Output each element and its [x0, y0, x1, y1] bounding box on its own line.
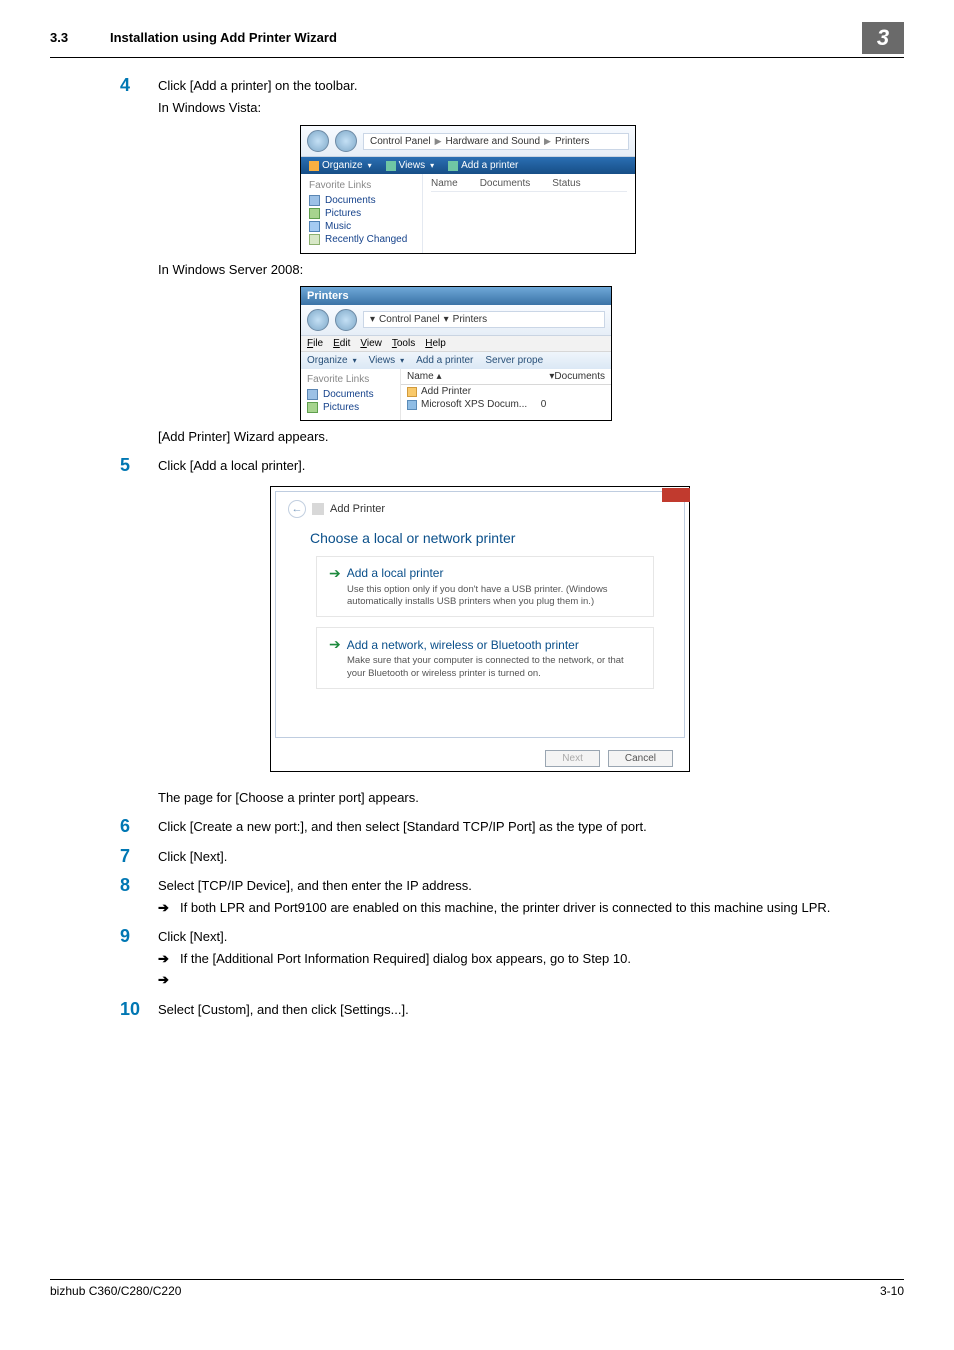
chevron-right-icon: ▶: [544, 136, 551, 147]
sidebar-link-pictures[interactable]: Pictures: [309, 208, 414, 219]
step-6-text: Click [Create a new port:], and then sel…: [158, 817, 904, 837]
col-name[interactable]: Name ▴: [407, 371, 549, 382]
next-button: Next: [545, 750, 600, 767]
toolbar-views[interactable]: Views: [386, 160, 435, 171]
breadcrumb-item[interactable]: Control Panel: [379, 314, 440, 325]
wizard-option-network-desc: Make sure that your computer is connecte…: [347, 655, 641, 680]
arrow-icon: ➔: [158, 898, 180, 918]
toolbar-server-properties[interactable]: Server prope: [485, 355, 543, 366]
section-title: Installation using Add Printer Wizard: [110, 30, 862, 45]
step-10-number: 10: [120, 1000, 158, 1022]
wizard-option-local-desc: Use this option only if you don't have a…: [347, 584, 641, 609]
toolbar-add-printer[interactable]: Add a printer: [416, 355, 473, 366]
recent-icon: [309, 234, 320, 245]
choose-port-text: The page for [Choose a printer port] app…: [158, 788, 904, 808]
nav-forward-icon[interactable]: [335, 130, 357, 152]
server-2008-label: In Windows Server 2008:: [158, 260, 904, 280]
folder-icon: [309, 161, 319, 171]
screenshot-vista: Control Panel ▶ Hardware and Sound ▶ Pri…: [300, 125, 636, 254]
screenshot-add-printer-wizard: ← Add Printer Choose a local or network …: [270, 486, 690, 772]
arrow-right-icon: ➔: [329, 636, 341, 653]
favorites-header: Favorite Links: [307, 374, 394, 385]
menu-tools[interactable]: Tools: [392, 338, 415, 349]
nav-back-icon[interactable]: [307, 309, 329, 331]
printer-icon: [312, 503, 324, 515]
toolbar-organize[interactable]: Organize: [309, 160, 372, 171]
music-icon: [309, 221, 320, 232]
wizard-heading: Choose a local or network printer: [276, 522, 684, 556]
wizard-title: Add Printer: [330, 503, 385, 515]
close-icon[interactable]: [662, 488, 690, 502]
breadcrumb-item[interactable]: Printers: [453, 314, 487, 325]
col-documents[interactable]: Documents: [554, 371, 605, 382]
chapter-badge: 3: [862, 22, 904, 54]
section-number: 3.3: [50, 30, 110, 45]
breadcrumb-item[interactable]: Control Panel: [370, 136, 431, 147]
printer-icon: [448, 161, 458, 171]
menu-bar: File Edit View Tools Help: [301, 336, 611, 352]
footer-model: bizhub C360/C280/C220: [50, 1284, 181, 1298]
chevron-right-icon: ▶: [435, 136, 442, 147]
breadcrumb[interactable]: Control Panel ▶ Hardware and Sound ▶ Pri…: [363, 133, 629, 150]
toolbar-organize[interactable]: Organize: [307, 355, 357, 366]
step-9-text: Click [Next].: [158, 927, 904, 947]
menu-view[interactable]: View: [360, 338, 382, 349]
printer-icon: [407, 387, 417, 397]
arrow-icon: ➔: [158, 970, 180, 990]
step-8-number: 8: [120, 876, 158, 919]
favorites-header: Favorite Links: [309, 180, 414, 191]
menu-edit[interactable]: Edit: [333, 338, 350, 349]
nav-forward-icon[interactable]: [335, 309, 357, 331]
step-8-text: Select [TCP/IP Device], and then enter t…: [158, 876, 904, 896]
step-8-note-1: If both LPR and Port9100 are enabled on …: [180, 898, 904, 918]
sidebar-link-documents[interactable]: Documents: [307, 389, 394, 400]
col-status[interactable]: Status: [552, 178, 580, 189]
documents-icon: [307, 389, 318, 400]
footer-page: 3-10: [880, 1284, 904, 1298]
window-title: Printers: [301, 287, 611, 305]
sidebar-link-recent[interactable]: Recently Changed: [309, 234, 414, 245]
step-7-text: Click [Next].: [158, 847, 904, 867]
step-4-text-1: Click [Add a printer] on the toolbar.: [158, 76, 904, 96]
step-9-note-1: If the [Additional Port Information Requ…: [180, 949, 904, 969]
breadcrumb[interactable]: ▾ Control Panel ▾ Printers: [363, 311, 605, 328]
wizard-appears-text: [Add Printer] Wizard appears.: [158, 427, 904, 447]
sidebar-link-pictures[interactable]: Pictures: [307, 402, 394, 413]
step-4-text-2: In Windows Vista:: [158, 98, 904, 118]
documents-icon: [309, 195, 320, 206]
pictures-icon: [309, 208, 320, 219]
list-item[interactable]: Add Printer: [401, 385, 611, 398]
breadcrumb-item[interactable]: Printers: [555, 136, 589, 147]
wizard-option-local[interactable]: ➔Add a local printer Use this option onl…: [316, 556, 654, 618]
col-documents[interactable]: Documents: [480, 178, 531, 189]
wizard-option-network[interactable]: ➔Add a network, wireless or Bluetooth pr…: [316, 627, 654, 689]
breadcrumb-item[interactable]: Hardware and Sound: [446, 136, 541, 147]
step-9-number: 9: [120, 927, 158, 992]
nav-back-icon[interactable]: [307, 130, 329, 152]
step-7-number: 7: [120, 847, 158, 869]
toolbar-views[interactable]: Views: [369, 355, 405, 366]
cancel-button[interactable]: Cancel: [608, 750, 673, 767]
sidebar-link-music[interactable]: Music: [309, 221, 414, 232]
step-9-note-2: [180, 970, 904, 990]
views-icon: [386, 161, 396, 171]
menu-file[interactable]: File: [307, 338, 323, 349]
step-6-number: 6: [120, 817, 158, 839]
arrow-icon: ➔: [158, 949, 180, 969]
arrow-right-icon: ➔: [329, 565, 341, 582]
list-item[interactable]: Microsoft XPS Docum... 0: [401, 398, 611, 411]
step-5-number: 5: [120, 456, 158, 478]
toolbar-add-printer[interactable]: Add a printer: [448, 160, 518, 171]
col-name[interactable]: Name: [431, 178, 458, 189]
step-10-text: Select [Custom], and then click [Setting…: [158, 1000, 904, 1020]
step-4-number: 4: [120, 76, 158, 119]
menu-help[interactable]: Help: [425, 338, 446, 349]
printer-icon: [407, 400, 417, 410]
screenshot-server2008: Printers ▾ Control Panel ▾ Printers File…: [300, 286, 612, 421]
wizard-back-icon[interactable]: ←: [288, 500, 306, 518]
sidebar-link-documents[interactable]: Documents: [309, 195, 414, 206]
step-5-text: Click [Add a local printer].: [158, 456, 904, 476]
pictures-icon: [307, 402, 318, 413]
